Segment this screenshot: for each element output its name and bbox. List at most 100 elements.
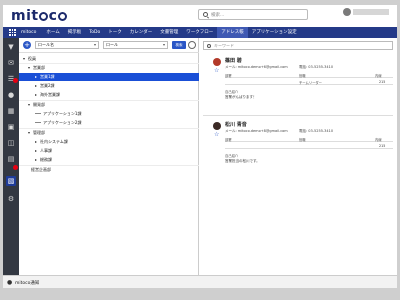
expand-icon <box>23 57 25 60</box>
expand-icon <box>35 93 37 96</box>
contact-table-header: 部署 役職 内線 <box>225 73 393 78</box>
global-search-placeholder: 検索... <box>211 12 225 18</box>
app-launcher-icon[interactable] <box>9 29 16 36</box>
contact-card[interactable]: ☆ 篠田 碧 メール: mitoco.demo+6@gmail.com 電話: … <box>203 56 393 116</box>
contact-phone: 電話: 03-5255-3410 <box>299 65 334 69</box>
workflow-icon[interactable]: ◫ <box>6 138 16 148</box>
tree-node-internal-systems[interactable]: 社内システム課 <box>19 138 199 146</box>
tree-node-app-2[interactable]: アプリケーション2課 <box>19 119 199 127</box>
left-sidebar: ▼ ✉ ☰ ● ▦ ▣ ◫ ▤ ▧ ⚙ <box>3 38 19 288</box>
intro-text: 営業がんばります！ <box>225 95 257 99</box>
tree-toolbar: + ロール名 ロール 検索 <box>19 38 199 53</box>
nav-item-home[interactable]: ホーム <box>42 27 63 38</box>
tree-node-admin-dept[interactable]: 管理部 <box>19 129 199 137</box>
contact-email[interactable]: メール: mitoco.demo+8@gmail.com <box>225 129 288 134</box>
keyword-placeholder: キーワード <box>214 42 234 48</box>
main-nav: mitoco ホーム 掲示板 ToDo トーク カレンダー 文書管理 ワークフロ… <box>3 27 397 38</box>
contact-extension: 215 <box>379 144 386 148</box>
notification-label[interactable]: mitoco通知 <box>15 280 39 286</box>
expand-icon <box>35 84 37 87</box>
search-mode-select[interactable]: ロール名 <box>35 41 99 49</box>
notification-badge <box>13 78 18 83</box>
tree-node-sales-dept[interactable]: 営業部 <box>19 64 199 72</box>
tree-node-hr[interactable]: 人事課 <box>19 147 199 155</box>
column-header: 部署 <box>225 74 232 78</box>
document-icon[interactable]: ▣ <box>6 122 16 132</box>
leaf-line <box>35 113 41 114</box>
contact-role: チームリーダー <box>299 81 322 85</box>
contact-name[interactable]: 松川 青音 <box>225 121 247 128</box>
nav-item-talk[interactable]: トーク <box>104 27 126 38</box>
role-select-value: ロール <box>106 42 118 47</box>
user-name-redacted[interactable] <box>353 9 389 15</box>
tree-node-sales-1[interactable]: 営業1課 <box>19 73 199 81</box>
tree-node-label: 営業部 <box>33 65 45 70</box>
nav-item-todo[interactable]: ToDo <box>85 27 104 38</box>
tree-node-app-1[interactable]: アプリケーション1課 <box>19 110 199 118</box>
top-bar: mit c 検索... <box>3 5 397 27</box>
expand-icon <box>28 66 30 69</box>
calendar-icon[interactable]: ▦ <box>6 106 16 116</box>
chat-icon[interactable]: ● <box>6 90 16 100</box>
search-icon <box>203 12 208 17</box>
keyword-search-input[interactable]: キーワード <box>203 41 393 50</box>
nav-item-app-settings[interactable]: アプリケーション設定 <box>248 27 301 38</box>
avatar[interactable] <box>343 8 351 16</box>
mail-icon[interactable]: ✉ <box>6 58 16 68</box>
tree-node-executives[interactable]: 役員 <box>19 55 199 63</box>
add-button[interactable]: + <box>23 41 31 49</box>
leaf-line <box>35 122 41 123</box>
inbox-icon[interactable]: ▤ <box>6 154 16 164</box>
column-header: 内線 <box>375 138 382 142</box>
contact-extension: 215 <box>379 80 386 84</box>
app-window: mit c 検索... mitoco ホーム 掲示板 ToDo トーク カレンダー… <box>3 5 397 288</box>
tree-node-label: 人事課 <box>40 148 52 153</box>
tree-node-label: 社内システム課 <box>40 139 68 144</box>
bell-icon[interactable]: ▼ <box>6 42 16 52</box>
tree-node-label: 役員 <box>28 56 36 61</box>
role-select[interactable]: ロール <box>103 41 168 49</box>
tree-node-label: 経営企画部 <box>31 167 51 172</box>
tree-node-label: 営業1課 <box>40 74 55 79</box>
bell-icon: ● <box>7 279 13 286</box>
intro-label: 自己紹介 <box>225 90 239 94</box>
expand-icon <box>35 140 37 143</box>
nav-item-documents[interactable]: 文書管理 <box>156 27 182 38</box>
chevron-down-icon <box>163 44 165 46</box>
expand-icon <box>28 131 30 134</box>
gear-icon[interactable]: ⚙ <box>6 194 16 204</box>
contact-name[interactable]: 篠田 碧 <box>225 57 242 64</box>
chevron-down-icon <box>94 44 96 46</box>
contact-phone: 電話: 03-5255-3410 <box>299 129 334 133</box>
expand-icon <box>35 149 37 152</box>
tree-node-sales-2[interactable]: 営業2課 <box>19 82 199 90</box>
column-header: 内線 <box>375 74 382 78</box>
tree-node-label: アプリケーション2課 <box>43 120 82 125</box>
app-logo: mit c <box>11 8 67 24</box>
nav-item-address-book[interactable]: アドレス帳 <box>217 27 248 38</box>
notification-badge <box>13 165 18 170</box>
search-button[interactable]: 検索 <box>172 41 186 49</box>
nav-item-board[interactable]: 掲示板 <box>64 27 86 38</box>
nav-brand[interactable]: mitoco <box>21 30 42 35</box>
address-book-icon[interactable]: ▧ <box>6 176 16 186</box>
contact-email[interactable]: メール: mitoco.demo+6@gmail.com <box>225 65 288 70</box>
star-icon[interactable]: ☆ <box>214 68 219 74</box>
global-search-input[interactable]: 検索... <box>198 9 308 20</box>
tree-node-corporate-planning[interactable]: 経営企画部 <box>19 166 199 174</box>
contact-card[interactable]: ☆ 松川 青音 メール: mitoco.demo+8@gmail.com 電話:… <box>203 120 393 180</box>
tree-node-overseas-sales[interactable]: 海外営業課 <box>19 91 199 99</box>
nav-item-calendar[interactable]: カレンダー <box>126 27 157 38</box>
refresh-icon[interactable] <box>188 41 196 49</box>
tree-node-label: 総務課 <box>40 157 52 162</box>
notification-bar[interactable]: ● mitoco通知 <box>3 275 397 288</box>
tree-node-label: 営業2課 <box>40 83 55 88</box>
column-header: 役職 <box>299 138 306 142</box>
search-mode-value: ロール名 <box>38 42 54 47</box>
tree-node-general-affairs[interactable]: 総務課 <box>19 156 199 164</box>
nav-item-workflow[interactable]: ワークフロー <box>182 27 217 38</box>
intro-label: 自己紹介 <box>225 154 239 158</box>
star-icon[interactable]: ☆ <box>214 132 219 138</box>
column-header: 役職 <box>299 74 306 78</box>
tree-node-dev-dept[interactable]: 開発部 <box>19 101 199 109</box>
